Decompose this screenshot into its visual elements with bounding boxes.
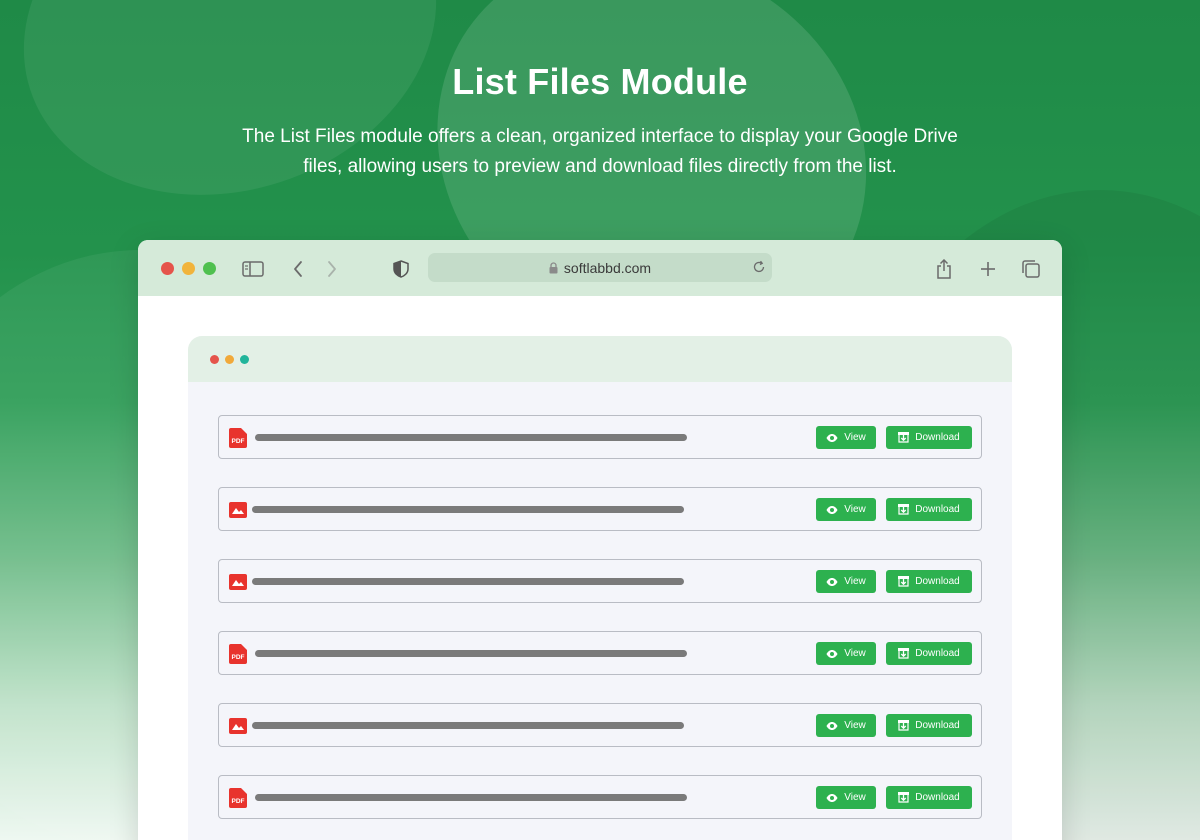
- close-window-button[interactable]: [161, 262, 174, 275]
- download-label: Download: [915, 792, 960, 803]
- download-button[interactable]: Download: [886, 786, 972, 809]
- file-name-placeholder: [252, 578, 684, 585]
- page-title: List Files Module: [452, 61, 748, 102]
- eye-icon: [826, 649, 838, 658]
- sidebar-icon[interactable]: [241, 257, 265, 281]
- download-label: Download: [915, 648, 960, 659]
- pdf-label: PDF: [232, 438, 245, 445]
- download-button[interactable]: Download: [886, 642, 972, 665]
- file-row[interactable]: View Download: [218, 559, 982, 603]
- maximize-window-button[interactable]: [203, 262, 216, 275]
- download-icon: [898, 792, 910, 803]
- image-file-icon: [229, 572, 247, 592]
- file-name-placeholder: [255, 794, 687, 801]
- eye-icon: [826, 433, 838, 442]
- view-button[interactable]: View: [816, 714, 876, 737]
- pdf-file-icon: PDF: [229, 644, 247, 664]
- back-icon[interactable]: [286, 257, 310, 281]
- download-label: Download: [915, 432, 960, 443]
- tabs-icon[interactable]: [1019, 257, 1043, 281]
- download-button[interactable]: Download: [886, 714, 972, 737]
- view-label: View: [844, 576, 866, 587]
- pdf-file-icon: PDF: [229, 788, 247, 808]
- download-label: Download: [915, 576, 960, 587]
- file-row[interactable]: PDF View Download: [218, 415, 982, 459]
- address-bar[interactable]: softlabbd.com: [428, 253, 772, 282]
- file-name-placeholder: [252, 722, 684, 729]
- panel-dot-teal: [240, 355, 249, 364]
- download-label: Download: [915, 720, 960, 731]
- download-button[interactable]: Download: [886, 426, 972, 449]
- view-button[interactable]: View: [816, 786, 876, 809]
- download-label: Download: [915, 504, 960, 515]
- file-row[interactable]: PDF View Download: [218, 631, 982, 675]
- download-icon: [898, 432, 910, 443]
- image-file-icon: [229, 500, 247, 520]
- browser-content: PDF View Download View Download View Dow…: [138, 296, 1062, 840]
- pdf-label: PDF: [232, 654, 245, 661]
- browser-window: softlabbd.com PDF View Download View Dow…: [138, 240, 1062, 840]
- view-button[interactable]: View: [816, 426, 876, 449]
- view-label: View: [844, 648, 866, 659]
- file-row[interactable]: PDF View Download: [218, 775, 982, 819]
- view-button[interactable]: View: [816, 498, 876, 521]
- download-icon: [898, 576, 910, 587]
- download-button[interactable]: Download: [886, 570, 972, 593]
- shield-icon[interactable]: [389, 257, 413, 281]
- eye-icon: [826, 577, 838, 586]
- panel-dots: [210, 355, 249, 364]
- image-file-icon: [229, 716, 247, 736]
- panel-dot-red: [210, 355, 219, 364]
- view-button[interactable]: View: [816, 642, 876, 665]
- eye-icon: [826, 721, 838, 730]
- reload-icon[interactable]: [752, 260, 766, 274]
- view-label: View: [844, 504, 866, 515]
- view-label: View: [844, 720, 866, 731]
- panel-header: [188, 336, 1012, 382]
- download-icon: [898, 648, 910, 659]
- hero: List Files Module The List Files module …: [0, 58, 1200, 182]
- file-name-placeholder: [252, 506, 684, 513]
- download-icon: [898, 504, 910, 515]
- file-name-placeholder: [255, 650, 687, 657]
- file-row[interactable]: View Download: [218, 703, 982, 747]
- view-label: View: [844, 792, 866, 803]
- window-controls: [161, 262, 216, 275]
- share-icon[interactable]: [932, 257, 956, 281]
- download-button[interactable]: Download: [886, 498, 972, 521]
- page-description: The List Files module offers a clean, or…: [242, 126, 958, 177]
- download-icon: [898, 720, 910, 731]
- pdf-label: PDF: [232, 798, 245, 805]
- browser-toolbar: softlabbd.com: [138, 240, 1062, 296]
- file-row[interactable]: View Download: [218, 487, 982, 531]
- file-name-placeholder: [255, 434, 687, 441]
- pdf-file-icon: PDF: [229, 428, 247, 448]
- panel-dot-orange: [225, 355, 234, 364]
- lock-icon: [549, 261, 558, 274]
- url-text: softlabbd.com: [563, 259, 652, 276]
- forward-icon[interactable]: [320, 257, 344, 281]
- view-button[interactable]: View: [816, 570, 876, 593]
- eye-icon: [826, 505, 838, 514]
- new-tab-icon[interactable]: [976, 257, 1000, 281]
- view-label: View: [844, 432, 866, 443]
- eye-icon: [826, 793, 838, 802]
- minimize-window-button[interactable]: [182, 262, 195, 275]
- file-list-panel: PDF View Download View Download View Dow…: [188, 336, 1012, 840]
